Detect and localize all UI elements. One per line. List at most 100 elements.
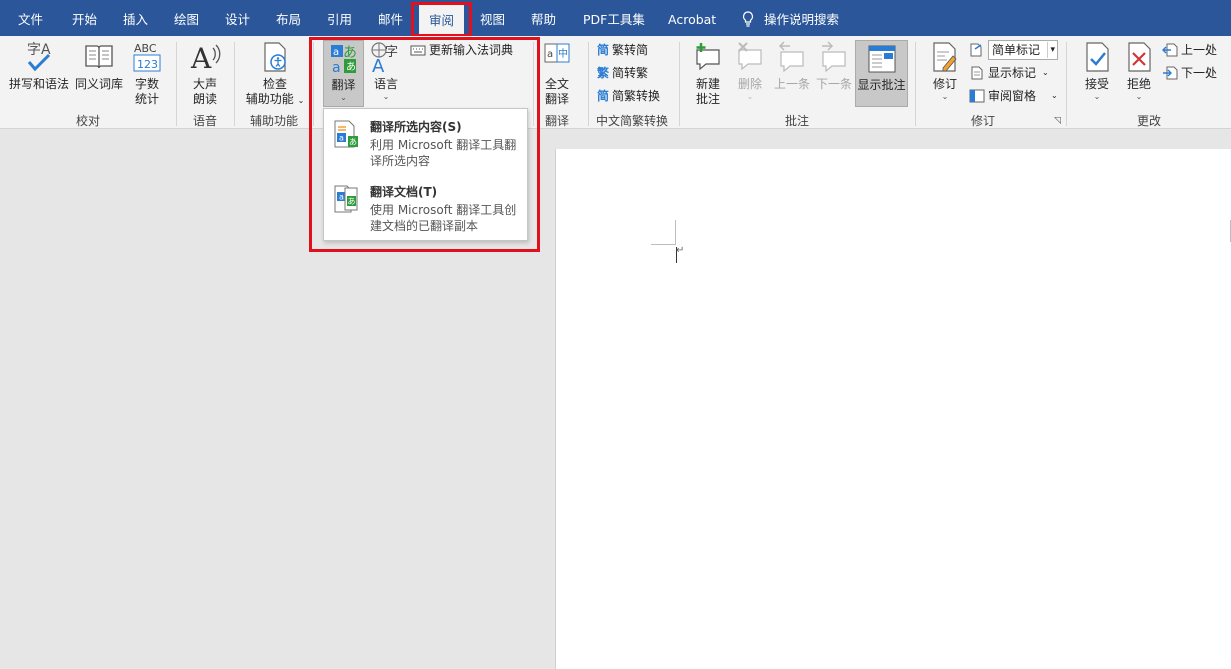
group-separator bbox=[1066, 42, 1067, 126]
word-count-icon: ABC 123 bbox=[133, 42, 161, 72]
markup-document-icon bbox=[970, 43, 982, 57]
update-ime-dictionary-button[interactable]: 更新输入法词典 bbox=[410, 42, 513, 58]
translate-selection-icon: aあ bbox=[334, 120, 358, 148]
svg-text:a: a bbox=[547, 49, 553, 60]
svg-text:a: a bbox=[339, 193, 344, 202]
translate-icon: a あa あ bbox=[330, 45, 357, 75]
reject-button[interactable]: 拒绝 ⌄ bbox=[1120, 40, 1158, 101]
reviewing-pane-button[interactable]: 审阅窗格 ⌄ bbox=[969, 88, 1058, 104]
track-changes-button[interactable]: 修订 ⌄ bbox=[927, 40, 963, 101]
group-separator bbox=[533, 42, 534, 126]
tab-layout[interactable]: 布局 bbox=[276, 0, 301, 36]
chinese-conversion-button[interactable]: 简简繁转换 bbox=[597, 88, 660, 104]
read-aloud-button[interactable]: A 大声 朗读 bbox=[186, 40, 224, 107]
reject-icon bbox=[1128, 42, 1151, 72]
svg-text:ABC: ABC bbox=[134, 42, 157, 55]
tab-pdf-tools[interactable]: PDF工具集 bbox=[583, 0, 645, 36]
margin-corner-mark-top bbox=[675, 220, 676, 245]
next-change-icon bbox=[1163, 66, 1178, 80]
previous-comment-icon bbox=[778, 41, 804, 73]
show-comments-icon bbox=[868, 45, 895, 73]
show-markup-button[interactable]: 显示标记 ⌄ bbox=[969, 65, 1049, 81]
accept-button[interactable]: 接受 ⌄ bbox=[1078, 40, 1116, 101]
markup-select[interactable]: 简单标记 ▾ bbox=[988, 40, 1058, 60]
traditional-to-simplified-button[interactable]: 简繁转简 bbox=[597, 42, 648, 58]
menu-item-translate-selection[interactable]: aあ 翻译所选内容(S) 利用 Microsoft 翻译工具翻译所选内容 bbox=[324, 113, 527, 175]
ribbon-tab-bar: 文件 开始 插入 绘图 设计 布局 引用 邮件 审阅 视图 帮助 PDF工具集 … bbox=[0, 0, 1231, 36]
tab-help[interactable]: 帮助 bbox=[531, 0, 556, 36]
previous-comment-button[interactable]: 上一条 bbox=[772, 40, 812, 92]
tell-me-search[interactable]: 操作说明搜索 bbox=[742, 0, 839, 36]
track-changes-icon bbox=[933, 42, 957, 72]
translate-dropdown-menu: aあ 翻译所选内容(S) 利用 Microsoft 翻译工具翻译所选内容 aあ … bbox=[323, 108, 528, 241]
group-label-speech: 语音 bbox=[192, 114, 218, 128]
tab-acrobat[interactable]: Acrobat bbox=[668, 0, 716, 36]
tab-review[interactable]: 审阅 bbox=[419, 5, 465, 36]
tab-file[interactable]: 文件 bbox=[18, 0, 43, 36]
accept-icon bbox=[1086, 42, 1109, 72]
chinese-conversion-icon: 简 bbox=[597, 89, 610, 103]
book-icon bbox=[85, 45, 113, 69]
simplified-to-traditional-button[interactable]: 繁简转繁 bbox=[597, 65, 648, 81]
svg-text:a: a bbox=[339, 134, 344, 143]
svg-text:A: A bbox=[372, 56, 385, 74]
document-page[interactable]: ↵ bbox=[555, 149, 1231, 669]
group-label-chinese-conversion: 中文简繁转换 bbox=[595, 114, 669, 128]
show-comments-button[interactable]: 显示批注 bbox=[855, 40, 908, 107]
new-comment-button[interactable]: 新建 批注 bbox=[690, 40, 726, 107]
margin-corner-mark bbox=[651, 220, 676, 245]
tab-draw[interactable]: 绘图 bbox=[174, 0, 199, 36]
keyboard-icon bbox=[410, 45, 426, 56]
word-count-button[interactable]: ABC 123 字数 统计 bbox=[128, 40, 166, 107]
markup-display-control[interactable]: 简单标记 ▾ bbox=[969, 40, 1058, 60]
next-comment-icon bbox=[822, 41, 846, 73]
svg-text:字: 字 bbox=[385, 45, 398, 60]
reviewing-pane-icon bbox=[969, 89, 985, 103]
group-separator bbox=[234, 42, 235, 126]
group-label-translate: 翻译 bbox=[544, 114, 570, 128]
check-accessibility-button[interactable]: 检查 辅助功能 ⌄ bbox=[242, 40, 308, 108]
delete-comment-icon bbox=[738, 42, 762, 71]
full-text-translate-button[interactable]: a中 全文 翻译 bbox=[540, 40, 574, 107]
svg-text:中: 中 bbox=[558, 47, 568, 60]
tab-home[interactable]: 开始 bbox=[72, 0, 97, 36]
delete-comment-button[interactable]: 删除 ⌄ bbox=[731, 40, 769, 101]
thesaurus-button[interactable]: 同义词库 bbox=[73, 40, 125, 92]
simplified-to-traditional-icon: 繁 bbox=[597, 66, 610, 80]
dialog-launcher-icon[interactable]: ◹ bbox=[1054, 116, 1061, 126]
lightbulb-icon bbox=[742, 11, 754, 27]
tab-insert[interactable]: 插入 bbox=[123, 0, 148, 36]
svg-text:あ: あ bbox=[346, 61, 356, 73]
group-separator bbox=[915, 42, 916, 126]
menu-item-translate-document[interactable]: aあ 翻译文档(T) 使用 Microsoft 翻译工具创建文档的已翻译副本 bbox=[324, 178, 527, 240]
spelling-grammar-button[interactable]: 字A 拼写和语法 bbox=[8, 40, 70, 92]
previous-change-button[interactable]: 上一处 bbox=[1162, 42, 1217, 58]
spelling-check-icon: 字A bbox=[27, 42, 51, 72]
read-aloud-icon: A bbox=[190, 42, 221, 74]
previous-change-icon bbox=[1162, 43, 1178, 57]
translate-document-icon: aあ bbox=[334, 185, 358, 213]
tab-mailings[interactable]: 邮件 bbox=[378, 0, 403, 36]
tab-references[interactable]: 引用 bbox=[327, 0, 352, 36]
paragraph-mark-icon: ↵ bbox=[676, 245, 685, 256]
next-comment-button[interactable]: 下一条 bbox=[814, 40, 854, 92]
translate-button[interactable]: aあaあ 翻译 ⌄ bbox=[323, 40, 364, 107]
svg-text:あ: あ bbox=[343, 45, 357, 61]
language-button[interactable]: 字A 语言 ⌄ bbox=[368, 40, 404, 101]
group-separator bbox=[588, 42, 589, 126]
next-change-button[interactable]: 下一处 bbox=[1162, 65, 1217, 81]
chevron-down-icon: ▾ bbox=[1047, 42, 1055, 58]
group-label-proofing: 校对 bbox=[75, 114, 101, 128]
group-separator bbox=[679, 42, 680, 126]
svg-text:A: A bbox=[190, 42, 212, 74]
full-text-translate-icon: a中 bbox=[544, 43, 570, 63]
group-label-tracking: 修订 bbox=[970, 114, 996, 128]
svg-text:あ: あ bbox=[348, 197, 356, 206]
tab-view[interactable]: 视图 bbox=[480, 0, 505, 36]
group-label-comments: 批注 bbox=[784, 114, 810, 128]
group-label-accessibility: 辅助功能 bbox=[249, 114, 299, 128]
accessibility-check-icon bbox=[264, 42, 286, 72]
show-markup-icon bbox=[971, 66, 983, 80]
tab-design[interactable]: 设计 bbox=[225, 0, 250, 36]
svg-text:あ: あ bbox=[349, 138, 357, 147]
